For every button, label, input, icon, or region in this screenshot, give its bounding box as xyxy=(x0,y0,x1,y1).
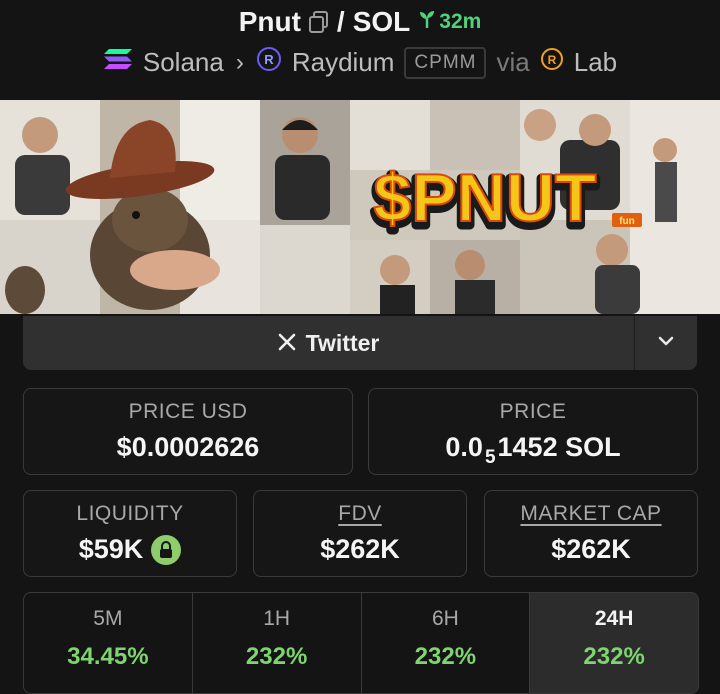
seedling-icon xyxy=(418,9,436,35)
dex-name[interactable]: Raydium xyxy=(292,47,395,78)
tab-label: 6H xyxy=(431,607,459,630)
market-cap-value: $262K xyxy=(551,534,631,564)
liquidity-value: $59K xyxy=(78,534,144,564)
change-value: 232% xyxy=(583,643,645,670)
change-value: 232% xyxy=(414,643,477,670)
chain-name[interactable]: Solana xyxy=(143,47,224,78)
tab-label: 5M xyxy=(93,607,123,630)
price-native-label: PRICE xyxy=(499,400,567,423)
market-cap-card: MARKET CAP $262K xyxy=(484,490,698,577)
pair-breadcrumb: Solana › R Raydium CPMM via R Lab xyxy=(0,46,720,79)
price-native-zero-count: 5 xyxy=(484,446,496,468)
fdv-value: $262K xyxy=(320,534,400,564)
fdv-card: FDV $262K xyxy=(253,490,467,577)
banner-tag: fun xyxy=(619,216,635,227)
price-usd-label: PRICE USD xyxy=(128,400,248,423)
price-native-value: 0.0 5 1452 SOL xyxy=(445,432,621,468)
quote-symbol: SOL xyxy=(352,6,411,37)
tab-label: 1H xyxy=(263,607,291,630)
fdv-label[interactable]: FDV xyxy=(338,502,382,526)
via-label: via xyxy=(496,47,530,77)
price-usd-card: PRICE USD $0.0002626 xyxy=(23,388,353,475)
social-links-bar: Twitter xyxy=(23,316,697,370)
tab-label: 24H xyxy=(594,607,634,630)
raydium-icon: R xyxy=(256,46,282,79)
price-change-tabs: 5M 34.45% 1H 232% 6H 232% 24H 232% xyxy=(23,592,699,694)
lab-icon: R xyxy=(540,47,564,78)
tab-1h[interactable]: 1H 232% xyxy=(193,593,362,693)
pair-age: 32m xyxy=(418,9,481,35)
tab-5m[interactable]: 5M 34.45% xyxy=(24,593,193,693)
lock-icon[interactable] xyxy=(151,534,182,565)
chevron-right-icon: › xyxy=(235,48,244,76)
launchpad-name[interactable]: Lab xyxy=(574,47,617,78)
pool-type-badge: CPMM xyxy=(404,46,487,79)
market-cap-label[interactable]: MARKET CAP xyxy=(520,502,661,526)
twitter-label: Twitter xyxy=(305,329,380,356)
age-text: 32m xyxy=(439,10,482,33)
svg-text:R: R xyxy=(264,52,274,67)
copy-icon[interactable] xyxy=(308,11,329,33)
liquidity-card: LIQUIDITY $59K xyxy=(23,490,237,577)
liquidity-label: LIQUIDITY xyxy=(76,502,184,525)
token-symbol: Pnut xyxy=(238,6,301,37)
price-usd-value: $0.0002626 xyxy=(116,432,260,462)
pair-separator: / xyxy=(336,6,345,37)
price-native-card: PRICE 0.0 5 1452 SOL xyxy=(368,388,698,475)
x-logo-icon xyxy=(278,330,296,357)
banner-title: $PNUT xyxy=(374,160,597,236)
twitter-link-button[interactable]: Twitter xyxy=(23,316,635,370)
svg-text:R: R xyxy=(547,53,556,67)
chevron-down-icon xyxy=(657,334,675,352)
pair-title: Pnut / SOL 32m xyxy=(0,6,720,38)
token-banner: $PNUT $PNUT fun xyxy=(0,100,720,314)
banner-image: $PNUT $PNUT fun xyxy=(0,100,720,314)
tab-24h[interactable]: 24H 232% xyxy=(530,593,698,693)
links-dropdown-button[interactable] xyxy=(635,316,697,370)
solana-icon xyxy=(103,47,133,78)
price-native-suffix: 1452 SOL xyxy=(497,432,621,462)
tab-6h[interactable]: 6H 232% xyxy=(362,593,531,693)
change-value: 232% xyxy=(245,643,308,670)
pair-header: Pnut / SOL 32m Solana › R Raydium CPMM v… xyxy=(0,0,720,100)
price-native-prefix: 0.0 xyxy=(445,432,483,462)
liquidity-value-row: $59K xyxy=(79,534,182,565)
change-value: 34.45% xyxy=(67,643,149,670)
